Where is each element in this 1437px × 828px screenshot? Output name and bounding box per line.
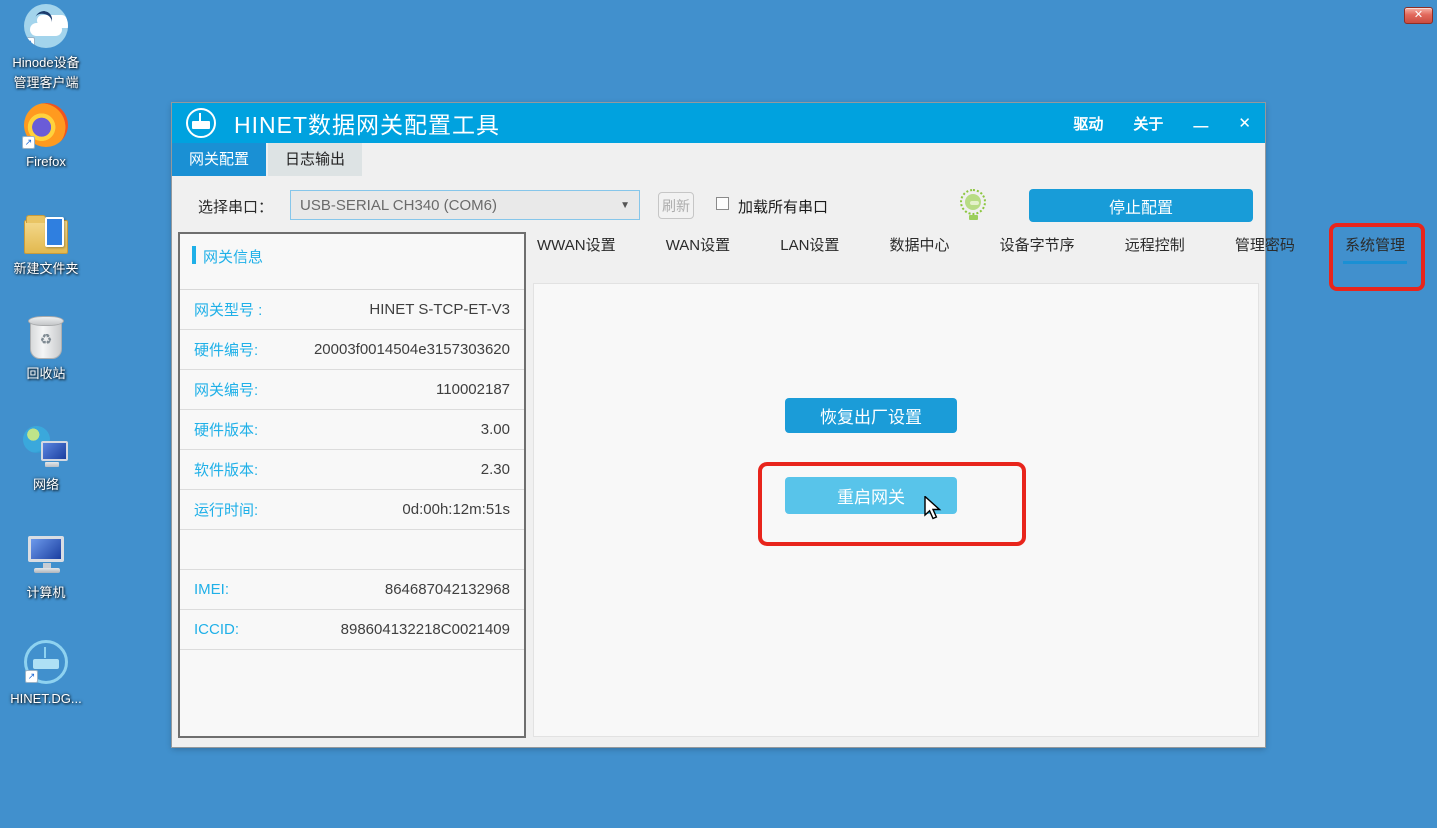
load-all-ports-label: 加载所有串口 <box>738 196 828 217</box>
router-logo-icon <box>186 108 216 138</box>
firefox-icon: ↗ <box>24 103 68 147</box>
info-row-hardware-id: 硬件编号: 20003f0014504e3157303620 <box>180 330 524 370</box>
hinode-cloud-icon: ↗ <box>24 4 68 48</box>
desktop-icon-label: Hinode设备 管理客户端 <box>12 53 79 92</box>
info-row-iccid: ICCID: 898604132218C0021409 <box>180 610 524 650</box>
info-row-sw-version: 软件版本: 2.30 <box>180 450 524 490</box>
minimize-button[interactable]: — <box>1193 118 1208 135</box>
settings-tab-bar: WWAN设置 WAN设置 LAN设置 数据中心 设备字节序 远程控制 管理密码 … <box>537 234 1405 264</box>
desktop-icon-hinode-client[interactable]: ↗ Hinode设备 管理客户端 <box>1 4 91 92</box>
recycle-bin-icon: ♻ <box>30 319 62 359</box>
computer-monitor-icon <box>25 534 67 578</box>
restart-gateway-button[interactable]: 重启网关 <box>785 477 957 514</box>
shortcut-arrow-icon: ↗ <box>24 37 35 48</box>
tab-wwan-settings[interactable]: WWAN设置 <box>537 234 616 264</box>
network-globe-icon <box>23 426 69 470</box>
info-row-empty <box>180 530 524 570</box>
serial-port-label: 选择串口： <box>198 196 273 217</box>
tab-log-output[interactable]: 日志输出 <box>268 143 362 176</box>
desktop-icon-network[interactable]: 网络 <box>1 426 91 495</box>
tab-admin-password[interactable]: 管理密码 <box>1235 234 1295 264</box>
load-all-ports-checkbox[interactable] <box>716 197 729 210</box>
window-content: 选择串口： USB-SERIAL CH340 (COM6) ▼ 刷新 加载所有串… <box>172 176 1265 747</box>
document-icon <box>45 217 64 247</box>
info-row-hw-version: 硬件版本: 3.00 <box>180 410 524 450</box>
driver-menu-item[interactable]: 驱动 <box>1073 113 1103 134</box>
desktop-icon-computer[interactable]: 计算机 <box>1 534 91 603</box>
serial-port-value: USB-SERIAL CH340 (COM6) <box>300 197 497 214</box>
info-row-uptime: 运行时间: 0d:00h:12m:51s <box>180 490 524 530</box>
gateway-info-panel: 网关信息 网关型号 : HINET S-TCP-ET-V3 硬件编号: 2000… <box>178 232 526 738</box>
red-annotation-box-tab <box>1329 223 1425 291</box>
desktop-icon-label: 计算机 <box>26 583 65 603</box>
desktop-icon-firefox[interactable]: ↗ Firefox <box>1 103 91 172</box>
desktop-icon-label: 新建文件夹 <box>13 259 78 279</box>
folder-icon <box>24 220 68 254</box>
monitor-icon <box>41 441 68 461</box>
shortcut-arrow-icon: ↗ <box>22 136 35 149</box>
close-button[interactable]: ✕ <box>1238 114 1251 132</box>
desktop-icon-label: 网络 <box>33 475 59 495</box>
desktop-icon-new-folder[interactable]: 新建文件夹 <box>1 212 91 279</box>
gateway-info-header: 网关信息 <box>180 234 524 290</box>
tab-remote-control[interactable]: 远程控制 <box>1125 234 1185 264</box>
main-tab-bar: 网关配置 日志输出 <box>172 143 1265 176</box>
desktop-icon-label: 回收站 <box>26 364 65 384</box>
accent-bar <box>192 246 196 264</box>
shortcut-arrow-icon: ↗ <box>25 670 38 683</box>
status-bulb-icon <box>960 189 988 221</box>
info-row-gateway-id: 网关编号: 110002187 <box>180 370 524 410</box>
refresh-button[interactable]: 刷新 <box>658 192 694 219</box>
tab-system-management[interactable]: 系统管理 <box>1345 234 1405 264</box>
tab-data-center[interactable]: 数据中心 <box>890 234 950 264</box>
tab-gateway-config[interactable]: 网关配置 <box>172 143 266 176</box>
hinet-config-window: HINET数据网关配置工具 驱动 关于 — ✕ 网关配置 日志输出 选择串口： … <box>172 103 1265 747</box>
desktop-icon-label: Firefox <box>26 152 66 172</box>
remote-close-button[interactable]: ✕ <box>1404 7 1433 24</box>
desktop-icon-hinet-dg[interactable]: ↗ HINET.DG... <box>1 640 91 709</box>
stop-config-button[interactable]: 停止配置 <box>1029 189 1253 222</box>
chevron-down-icon: ▼ <box>620 200 630 211</box>
desktop-icon-label: HINET.DG... <box>10 689 82 709</box>
info-row-imei: IMEI: 864687042132968 <box>180 570 524 610</box>
factory-reset-button[interactable]: 恢复出厂设置 <box>785 398 957 433</box>
tab-byte-order[interactable]: 设备字节序 <box>1000 234 1075 264</box>
window-title: HINET数据网关配置工具 <box>234 106 500 140</box>
router-circle-icon: ↗ <box>24 640 68 684</box>
tab-lan-settings[interactable]: LAN设置 <box>780 234 839 264</box>
window-titlebar: HINET数据网关配置工具 驱动 关于 — ✕ <box>172 103 1265 143</box>
tab-wan-settings[interactable]: WAN设置 <box>666 234 730 264</box>
desktop-icon-recycle-bin[interactable]: ♻ 回收站 <box>1 315 91 384</box>
serial-port-select[interactable]: USB-SERIAL CH340 (COM6) ▼ <box>290 190 640 220</box>
recycle-symbol-icon: ♻ <box>31 331 61 348</box>
info-row-model: 网关型号 : HINET S-TCP-ET-V3 <box>180 290 524 330</box>
about-menu-item[interactable]: 关于 <box>1133 113 1163 134</box>
gateway-info-title: 网关信息 <box>203 246 263 267</box>
